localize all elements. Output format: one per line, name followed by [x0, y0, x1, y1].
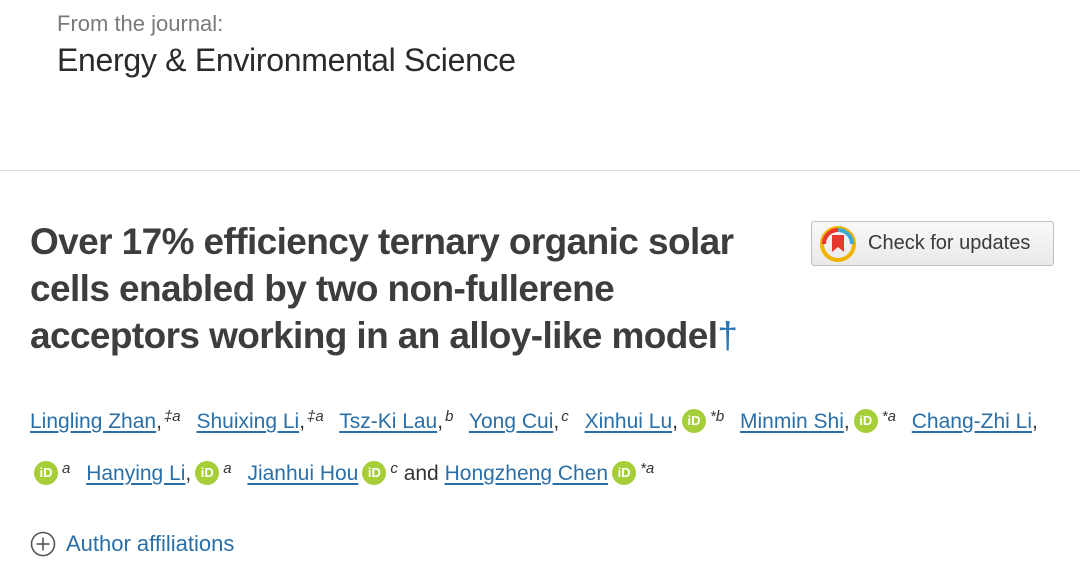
author-link[interactable]: Minmin Shi: [740, 410, 844, 433]
check-for-updates-label: Check for updates: [868, 232, 1031, 254]
check-for-updates-button[interactable]: Check for updates: [811, 221, 1054, 266]
orcid-icon[interactable]: iD: [681, 409, 706, 433]
author-punctuation: ,: [843, 410, 850, 433]
author-link[interactable]: Chang-Zhi Li: [912, 410, 1032, 433]
orcid-icon[interactable]: iD: [362, 461, 387, 485]
author-link[interactable]: Xinhui Lu: [585, 410, 673, 433]
author-affiliation-marker: c: [390, 460, 398, 477]
author-affiliation-marker: *b: [709, 408, 725, 425]
author-affiliation-marker: *a: [881, 408, 896, 425]
orcid-icon[interactable]: iD: [34, 461, 58, 485]
author-affiliation-marker: c: [561, 408, 569, 425]
author-link[interactable]: Hongzheng Chen: [445, 462, 608, 485]
author-link[interactable]: Jianhui Hou: [247, 462, 358, 485]
author-punctuation: ,: [553, 410, 560, 433]
author-punctuation: ,: [437, 410, 444, 433]
author-punctuation: ,: [156, 410, 162, 433]
author-affiliation-marker: *a: [640, 460, 655, 477]
orcid-icon[interactable]: iD: [853, 409, 878, 433]
author-affiliation-marker: ‡a: [307, 408, 324, 425]
crossmark-icon: [820, 225, 856, 262]
author-link[interactable]: Hanying Li: [86, 462, 185, 485]
author-link[interactable]: Shuixing Li: [196, 410, 299, 433]
author-conjunction: and: [403, 462, 439, 485]
author-link[interactable]: Yong Cui: [469, 410, 553, 433]
article-title: Over 17% efficiency ternary organic sola…: [30, 218, 790, 359]
author-affiliation-marker: a: [62, 460, 71, 477]
author-affiliation-marker: a: [223, 460, 232, 477]
title-footnote-link[interactable]: †: [717, 315, 738, 356]
author-punctuation: ,: [1032, 410, 1038, 433]
journal-from-label: From the journal:: [57, 11, 224, 36]
author-link[interactable]: Tsz-Ki Lau: [339, 410, 437, 433]
author-list: Lingling Zhan, ‡a Shuixing Li, ‡a Tsz-Ki L…: [30, 393, 1060, 497]
orcid-icon[interactable]: iD: [195, 461, 220, 485]
journal-header: From the journal: Energy & Environmental…: [57, 10, 516, 80]
author-punctuation: ,: [185, 462, 192, 485]
author-affiliations-label: Author affiliations: [66, 531, 235, 556]
orcid-icon[interactable]: iD: [612, 461, 637, 485]
plus-circle-icon: [30, 531, 56, 557]
author-affiliation-marker: ‡a: [163, 408, 181, 425]
author-link[interactable]: Lingling Zhan: [30, 410, 156, 433]
header-divider: [0, 170, 1080, 171]
author-punctuation: ,: [672, 410, 678, 433]
author-affiliations-toggle[interactable]: Author affiliations: [30, 531, 234, 557]
journal-name[interactable]: Energy & Environmental Science: [57, 40, 516, 80]
author-punctuation: ,: [299, 410, 306, 433]
author-affiliation-marker: b: [445, 408, 454, 425]
article-title-text: Over 17% efficiency ternary organic sola…: [30, 221, 734, 356]
